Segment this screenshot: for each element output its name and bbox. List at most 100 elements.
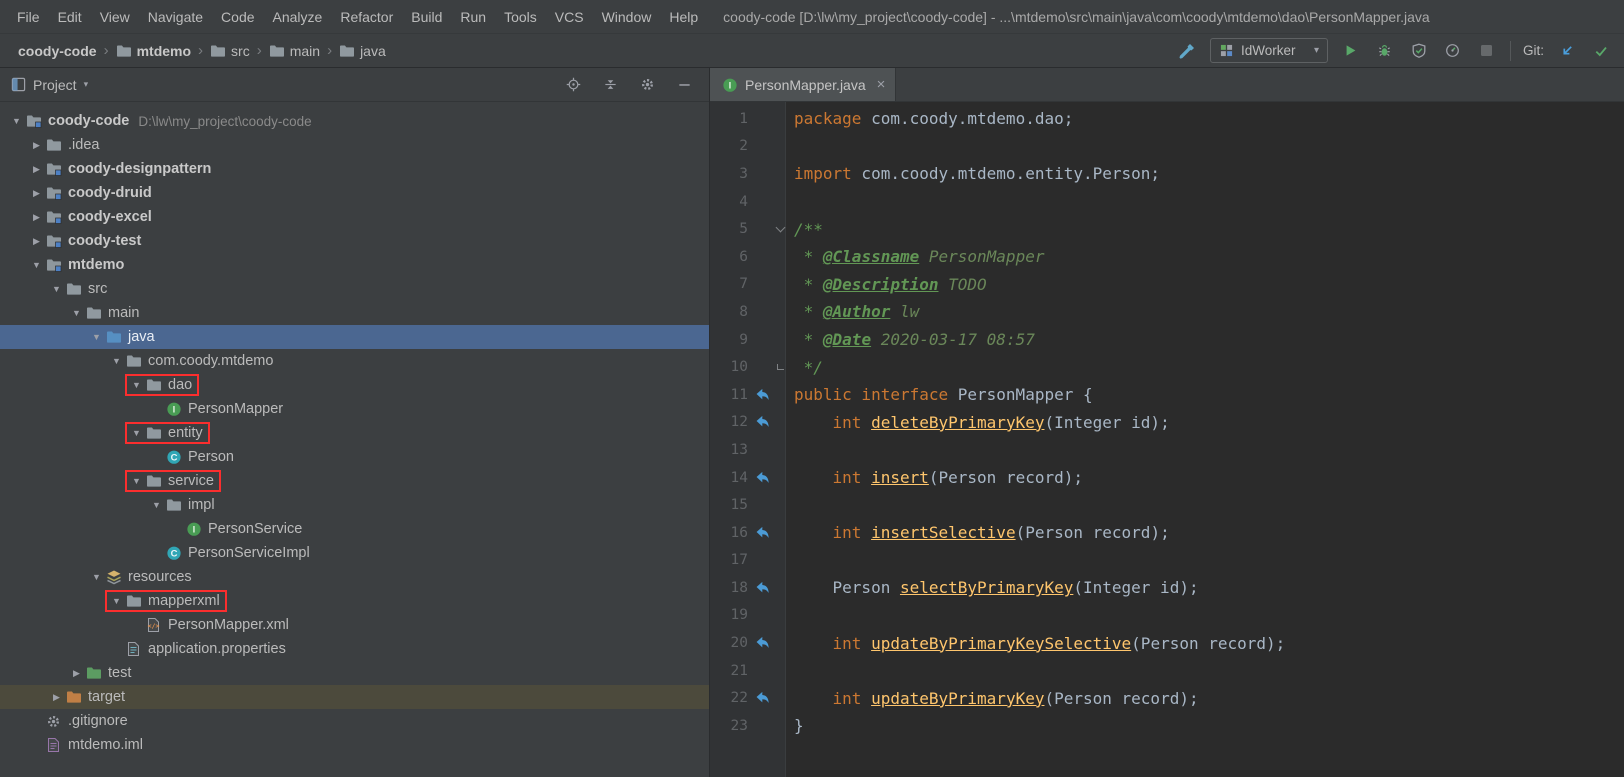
menu-window[interactable]: Window <box>593 0 661 34</box>
mybatis-mapper-arrow-icon[interactable] <box>750 526 774 540</box>
close-icon[interactable]: × <box>877 76 886 93</box>
code-line-4[interactable]: 4 <box>710 188 1624 216</box>
tree-row-java[interactable]: ▼java <box>0 325 709 349</box>
expanded-arrow-icon[interactable]: ▼ <box>48 284 65 294</box>
mybatis-mapper-arrow-icon[interactable] <box>750 471 774 485</box>
tree-row-coody-druid[interactable]: ▶coody-druid <box>0 181 709 205</box>
line-number[interactable]: 10 <box>710 359 750 375</box>
menu-help[interactable]: Help <box>660 0 707 34</box>
collapsed-arrow-icon[interactable]: ▶ <box>28 212 45 223</box>
stop-button[interactable] <box>1476 40 1498 62</box>
menu-tools[interactable]: Tools <box>495 0 546 34</box>
line-number[interactable]: 22 <box>710 690 750 706</box>
code-line-3[interactable]: 3import com.coody.mtdemo.entity.Person; <box>710 160 1624 188</box>
line-number[interactable]: 7 <box>710 276 750 292</box>
line-number[interactable]: 6 <box>710 249 750 265</box>
profiler-button[interactable] <box>1442 40 1464 62</box>
menu-file[interactable]: File <box>8 0 49 34</box>
mybatis-mapper-arrow-icon[interactable] <box>750 415 774 429</box>
code-line-20[interactable]: 20 int updateByPrimaryKeySelective(Perso… <box>710 629 1624 657</box>
line-number[interactable]: 15 <box>710 497 750 513</box>
tree-row-dao[interactable]: ▼dao <box>0 373 709 397</box>
expanded-arrow-icon[interactable]: ▼ <box>68 308 85 318</box>
tree-row-src[interactable]: ▼src <box>0 277 709 301</box>
collapse-all-button[interactable] <box>599 74 621 96</box>
tree-row-person[interactable]: CPerson <box>0 445 709 469</box>
code-line-15[interactable]: 15 <box>710 491 1624 519</box>
code-line-6[interactable]: 6 * @Classname PersonMapper <box>710 243 1624 271</box>
line-number[interactable]: 18 <box>710 580 750 596</box>
code-line-8[interactable]: 8 * @Author lw <box>710 298 1624 326</box>
line-number[interactable]: 23 <box>710 718 750 734</box>
mybatis-mapper-arrow-icon[interactable] <box>750 691 774 705</box>
line-number[interactable]: 13 <box>710 442 750 458</box>
tree-row-impl[interactable]: ▼impl <box>0 493 709 517</box>
collapsed-arrow-icon[interactable]: ▶ <box>28 188 45 199</box>
tree-row-entity[interactable]: ▼entity <box>0 421 709 445</box>
tree-row-coody-excel[interactable]: ▶coody-excel <box>0 205 709 229</box>
tree-row-coody-designpattern[interactable]: ▶coody-designpattern <box>0 157 709 181</box>
tree-row-mtdemo[interactable]: ▼mtdemo <box>0 253 709 277</box>
tree-row-personmapper-xml[interactable]: </>PersonMapper.xml <box>0 613 709 637</box>
line-number[interactable]: 5 <box>710 221 750 237</box>
line-number[interactable]: 4 <box>710 194 750 210</box>
menu-navigate[interactable]: Navigate <box>139 0 212 34</box>
fold-marker-start[interactable] <box>774 228 786 231</box>
tree-row-coody-test[interactable]: ▶coody-test <box>0 229 709 253</box>
tree-row-gitignore[interactable]: .gitignore <box>0 709 709 733</box>
collapsed-arrow-icon[interactable]: ▶ <box>28 236 45 247</box>
line-number[interactable]: 3 <box>710 166 750 182</box>
line-number[interactable]: 21 <box>710 663 750 679</box>
code-line-19[interactable]: 19 <box>710 602 1624 630</box>
settings-gear-icon[interactable] <box>636 74 658 96</box>
code-line-1[interactable]: 1package com.coody.mtdemo.dao; <box>710 105 1624 133</box>
tab-personmapper-java[interactable]: I PersonMapper.java × <box>710 68 896 101</box>
collapsed-arrow-icon[interactable]: ▶ <box>68 668 85 679</box>
tree-row-target[interactable]: ▶target <box>0 685 709 709</box>
code-line-22[interactable]: 22 int updateByPrimaryKey(Person record)… <box>710 684 1624 712</box>
breadcrumb-item-java[interactable]: java <box>335 41 390 61</box>
breadcrumb-item-main[interactable]: main <box>265 41 324 61</box>
line-number[interactable]: 11 <box>710 387 750 403</box>
fold-marker-end[interactable] <box>774 364 786 370</box>
coverage-button[interactable] <box>1408 40 1430 62</box>
line-number[interactable]: 12 <box>710 414 750 430</box>
code-line-2[interactable]: 2 <box>710 133 1624 161</box>
line-number[interactable]: 17 <box>710 552 750 568</box>
menu-refactor[interactable]: Refactor <box>331 0 402 34</box>
tree-row-mtdemo-iml[interactable]: mtdemo.iml <box>0 733 709 757</box>
run-button[interactable] <box>1340 40 1362 62</box>
code-line-17[interactable]: 17 <box>710 547 1624 575</box>
menu-run[interactable]: Run <box>451 0 495 34</box>
menu-code[interactable]: Code <box>212 0 263 34</box>
expanded-arrow-icon[interactable]: ▼ <box>88 332 105 342</box>
line-number[interactable]: 8 <box>710 304 750 320</box>
code-line-18[interactable]: 18 Person selectByPrimaryKey(Integer id)… <box>710 574 1624 602</box>
code-line-16[interactable]: 16 int insertSelective(Person record); <box>710 519 1624 547</box>
tree-row-application-properties[interactable]: application.properties <box>0 637 709 661</box>
mybatis-mapper-arrow-icon[interactable] <box>750 581 774 595</box>
vcs-commit-button[interactable] <box>1590 40 1612 62</box>
code-line-14[interactable]: 14 int insert(Person record); <box>710 464 1624 492</box>
run-config-select[interactable]: IdWorker ▾ <box>1210 38 1328 63</box>
tree-row-test[interactable]: ▶test <box>0 661 709 685</box>
tree-row-resources[interactable]: ▼resources <box>0 565 709 589</box>
line-number[interactable]: 14 <box>710 470 750 486</box>
debug-button[interactable] <box>1374 40 1396 62</box>
expanded-arrow-icon[interactable]: ▼ <box>88 572 105 582</box>
expanded-arrow-icon[interactable]: ▼ <box>128 476 145 486</box>
mybatis-mapper-arrow-icon[interactable] <box>750 388 774 402</box>
hide-panel-button[interactable] <box>673 74 695 96</box>
menu-edit[interactable]: Edit <box>49 0 91 34</box>
tree-row-personserviceimpl[interactable]: CPersonServiceImpl <box>0 541 709 565</box>
project-panel-title[interactable]: Project <box>33 77 77 93</box>
menu-build[interactable]: Build <box>402 0 451 34</box>
breadcrumb-item-src[interactable]: src <box>206 41 254 61</box>
tree-row-coody-code[interactable]: ▼coody-codeD:\lw\my_project\coody-code <box>0 109 709 133</box>
expanded-arrow-icon[interactable]: ▼ <box>28 260 45 270</box>
code-line-11[interactable]: 11public interface PersonMapper { <box>710 381 1624 409</box>
code-line-7[interactable]: 7 * @Description TODO <box>710 271 1624 299</box>
code-line-12[interactable]: 12 int deleteByPrimaryKey(Integer id); <box>710 409 1624 437</box>
menu-analyze[interactable]: Analyze <box>264 0 332 34</box>
line-number[interactable]: 19 <box>710 607 750 623</box>
